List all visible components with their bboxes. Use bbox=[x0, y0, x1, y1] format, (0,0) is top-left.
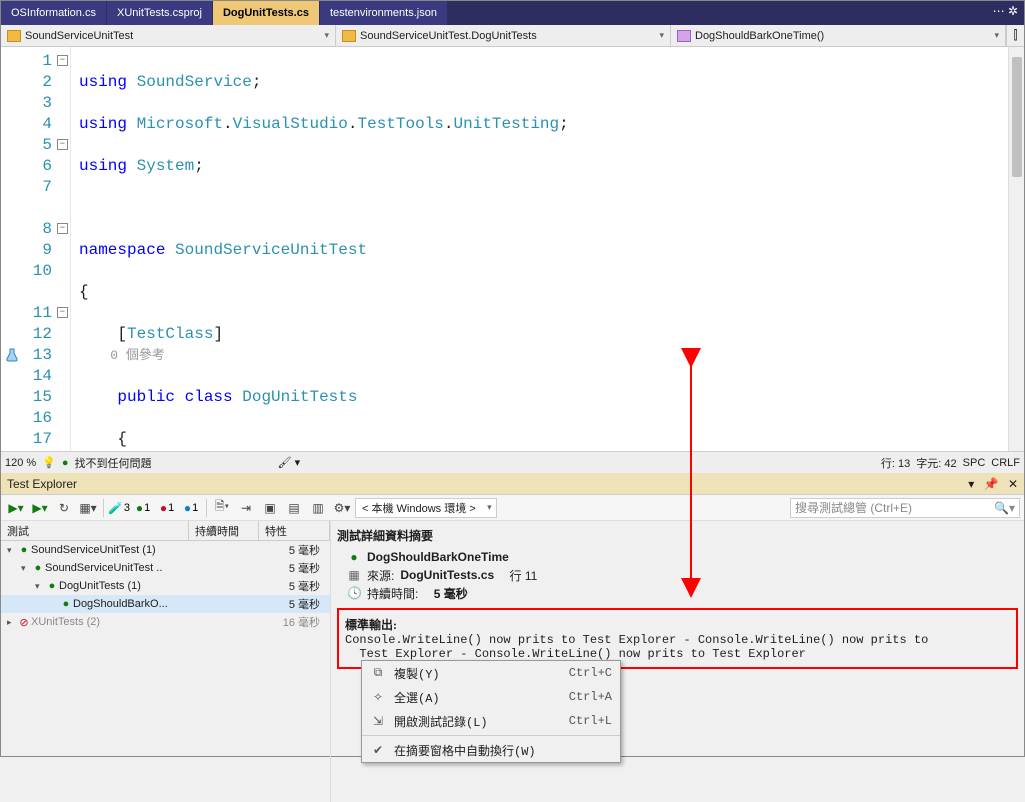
test-tree-row[interactable]: ▾●SoundServiceUnitTest ..5 毫秒 bbox=[1, 559, 330, 577]
issues-label: 找不到任何問題 bbox=[75, 455, 152, 471]
pass-count[interactable]: ●1 bbox=[132, 497, 154, 519]
code-area[interactable]: using SoundService; using Microsoft.Visu… bbox=[71, 47, 1008, 451]
duration-value: 5 毫秒 bbox=[434, 585, 468, 602]
test-tree-row[interactable]: ●DogShouldBarkO...5 毫秒 bbox=[1, 595, 330, 613]
detail-test-name: DogShouldBarkOneTime bbox=[367, 550, 509, 564]
layout2-button[interactable]: ▤ bbox=[283, 497, 305, 519]
output-text[interactable]: Console.WriteLine() now prits to Test Ex… bbox=[345, 633, 1010, 661]
col-traits[interactable]: 特性 bbox=[259, 521, 330, 540]
menu-copy[interactable]: ⧉複製(Y)Ctrl+C bbox=[362, 661, 620, 685]
views-button[interactable]: 🗎▾ bbox=[211, 497, 233, 519]
pin-icon[interactable]: 📌 bbox=[984, 477, 999, 491]
test-tree-row[interactable]: ▸⊘XUnitTests (2)16 毫秒 bbox=[1, 613, 330, 631]
run-all-button[interactable]: ▶▾ bbox=[5, 497, 27, 519]
environment-select[interactable]: < 本機 Windows 環境 > bbox=[355, 498, 497, 518]
playlist-button[interactable]: ▦▾ bbox=[77, 497, 99, 519]
source-label: 來源: bbox=[367, 567, 394, 584]
menu-wrap[interactable]: ✔在摘要窗格中自動換行(W) bbox=[362, 738, 620, 762]
nav-class[interactable]: SoundServiceUnitTest.DogUnitTests▾ bbox=[336, 25, 671, 46]
col-test[interactable]: 測試 bbox=[1, 521, 189, 540]
run-button[interactable]: ▶▾ bbox=[29, 497, 51, 519]
log-icon: ⇲ bbox=[370, 714, 386, 729]
copy-icon: ⧉ bbox=[370, 666, 386, 680]
test-tree-row[interactable]: ▾●DogUnitTests (1)5 毫秒 bbox=[1, 577, 330, 595]
test-explorer-body: 測試 持續時間 特性 ▾●SoundServiceUnitTest (1)5 毫… bbox=[1, 521, 1024, 802]
source-line: 行 11 bbox=[509, 567, 537, 584]
test-icon[interactable] bbox=[5, 348, 19, 362]
test-tree-row[interactable]: ▾●SoundServiceUnitTest (1)5 毫秒 bbox=[1, 541, 330, 559]
tab-testenv[interactable]: testenvironments.json bbox=[320, 1, 448, 25]
clock-icon: 🕓 bbox=[347, 586, 361, 600]
source-file[interactable]: DogUnitTests.cs bbox=[400, 568, 494, 582]
select-icon: ✧ bbox=[370, 690, 386, 705]
test-search-input[interactable]: 搜尋測試總管 (Ctrl+E)🔍▾ bbox=[790, 498, 1020, 518]
codelens-ref[interactable]: 0 個參考 bbox=[79, 345, 1008, 366]
autohide-icon[interactable]: ▾ bbox=[968, 477, 974, 491]
cursor-line: 行: 13 bbox=[881, 455, 910, 471]
output-box: 標準輸出: Console.WriteLine() now prits to T… bbox=[337, 608, 1018, 669]
nav-bar: SoundServiceUnitTest▾ SoundServiceUnitTe… bbox=[1, 25, 1024, 47]
info-count[interactable]: ●1 bbox=[180, 497, 202, 519]
check-icon: ✔ bbox=[370, 743, 386, 758]
gutter: 1− 2 3 4 5− 6 7 8− 9 10 11− 12 13 14 15 … bbox=[1, 47, 71, 451]
lightbulb-icon[interactable]: 💡 bbox=[42, 456, 56, 469]
menu-open-log[interactable]: ⇲開啟測試記錄(L)Ctrl+L bbox=[362, 709, 620, 733]
test-explorer-header: Test Explorer ▾ 📌 ✕ bbox=[1, 473, 1024, 495]
editor-status-bar: 120 % 💡 ● 找不到任何問題 🖌 ▾ 行: 13 字元: 42 SPC C… bbox=[1, 451, 1024, 473]
test-explorer-toolbar: ▶▾ ▶▾ ↻ ▦▾ 🧪3 ●1 ●1 ●1 🗎▾ ⇥ ▣ ▤ ▥ ⚙▾ < 本… bbox=[1, 495, 1024, 521]
test-explorer-title: Test Explorer bbox=[7, 477, 77, 491]
layout1-button[interactable]: ▣ bbox=[259, 497, 281, 519]
indent-mode[interactable]: SPC bbox=[963, 457, 986, 469]
source-icon: ▦ bbox=[347, 568, 361, 582]
tab-xunit[interactable]: XUnitTests.csproj bbox=[107, 1, 213, 25]
tab-dogunit[interactable]: DogUnitTests.cs bbox=[213, 1, 320, 25]
cursor-col: 字元: 42 bbox=[916, 455, 956, 471]
menu-select-all[interactable]: ✧全選(A)Ctrl+A bbox=[362, 685, 620, 709]
vertical-scrollbar[interactable] bbox=[1008, 47, 1024, 451]
split-icon[interactable]: ⫿ bbox=[1006, 25, 1024, 46]
tree-rows: ▾●SoundServiceUnitTest (1)5 毫秒▾●SoundSer… bbox=[1, 541, 330, 802]
settings-button[interactable]: ⚙▾ bbox=[331, 497, 353, 519]
pass-icon: ● bbox=[347, 550, 361, 564]
detail-heading: 測試詳細資料摘要 bbox=[337, 527, 1018, 544]
col-duration[interactable]: 持續時間 bbox=[189, 521, 259, 540]
tree-header: 測試 持續時間 特性 bbox=[1, 521, 330, 541]
nav-method-label: DogShouldBarkOneTime() bbox=[695, 30, 824, 42]
search-icon: 🔍▾ bbox=[994, 501, 1015, 515]
nav-method[interactable]: DogShouldBarkOneTime()▾ bbox=[671, 25, 1006, 46]
repeat-button[interactable]: ↻ bbox=[53, 497, 75, 519]
duration-label: 持續時間: bbox=[367, 585, 418, 602]
tab-options-icon[interactable]: ⋯ ✲ bbox=[987, 1, 1024, 25]
group-button[interactable]: ⇥ bbox=[235, 497, 257, 519]
test-detail: 測試詳細資料摘要 ● DogShouldBarkOneTime ▦ 來源: DogU… bbox=[331, 521, 1024, 802]
close-icon[interactable]: ✕ bbox=[1008, 477, 1018, 491]
test-tree: 測試 持續時間 特性 ▾●SoundServiceUnitTest (1)5 毫… bbox=[1, 521, 331, 802]
tab-osinfo[interactable]: OSInformation.cs bbox=[1, 1, 107, 25]
layout3-button[interactable]: ▥ bbox=[307, 497, 329, 519]
brush-icon[interactable]: 🖌 ▾ bbox=[278, 456, 301, 469]
flask-total[interactable]: 🧪3 bbox=[108, 497, 130, 519]
nav-namespace[interactable]: SoundServiceUnitTest▾ bbox=[1, 25, 336, 46]
zoom-level[interactable]: 120 % bbox=[5, 457, 36, 469]
context-menu: ⧉複製(Y)Ctrl+C ✧全選(A)Ctrl+A ⇲開啟測試記錄(L)Ctrl… bbox=[361, 660, 621, 763]
code-editor: 1− 2 3 4 5− 6 7 8− 9 10 11− 12 13 14 15 … bbox=[1, 47, 1024, 451]
issues-indicator[interactable]: ● bbox=[62, 457, 69, 469]
nav-namespace-label: SoundServiceUnitTest bbox=[25, 30, 133, 42]
output-label: 標準輸出: bbox=[345, 616, 1010, 633]
fail-count[interactable]: ●1 bbox=[156, 497, 178, 519]
document-tabs: OSInformation.cs XUnitTests.csproj DogUn… bbox=[1, 1, 1024, 25]
nav-class-label: SoundServiceUnitTest.DogUnitTests bbox=[360, 30, 537, 42]
line-ending[interactable]: CRLF bbox=[991, 457, 1020, 469]
